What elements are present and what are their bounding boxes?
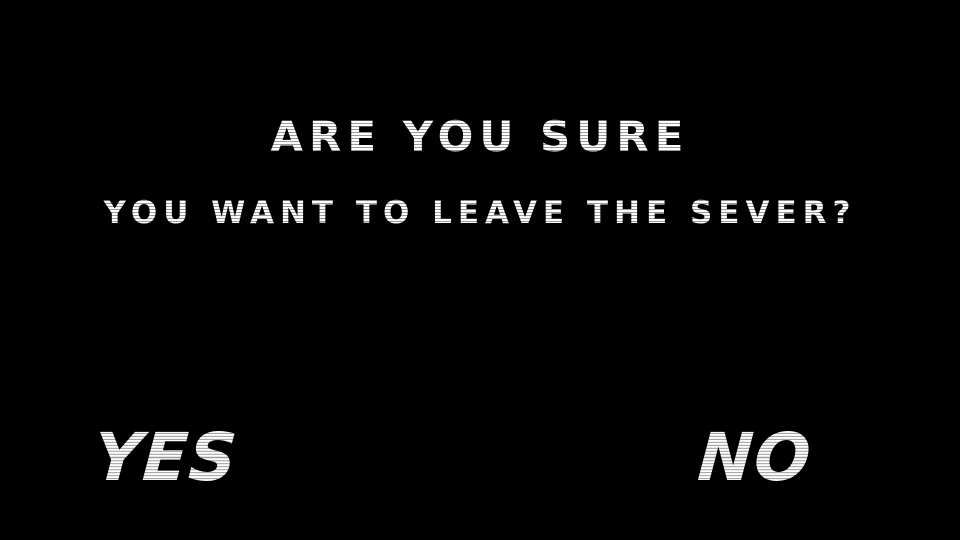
leave-server-confirm-screen: ARE YOU SURE YOU WANT TO LEAVE THE SEVER…	[0, 0, 960, 540]
no-button[interactable]: NO	[695, 419, 814, 496]
confirm-title: ARE YOU SURE	[0, 112, 960, 162]
confirm-subtitle: YOU WANT TO LEAVE THE SEVER?	[0, 193, 960, 233]
yes-button[interactable]: YES	[91, 419, 240, 496]
